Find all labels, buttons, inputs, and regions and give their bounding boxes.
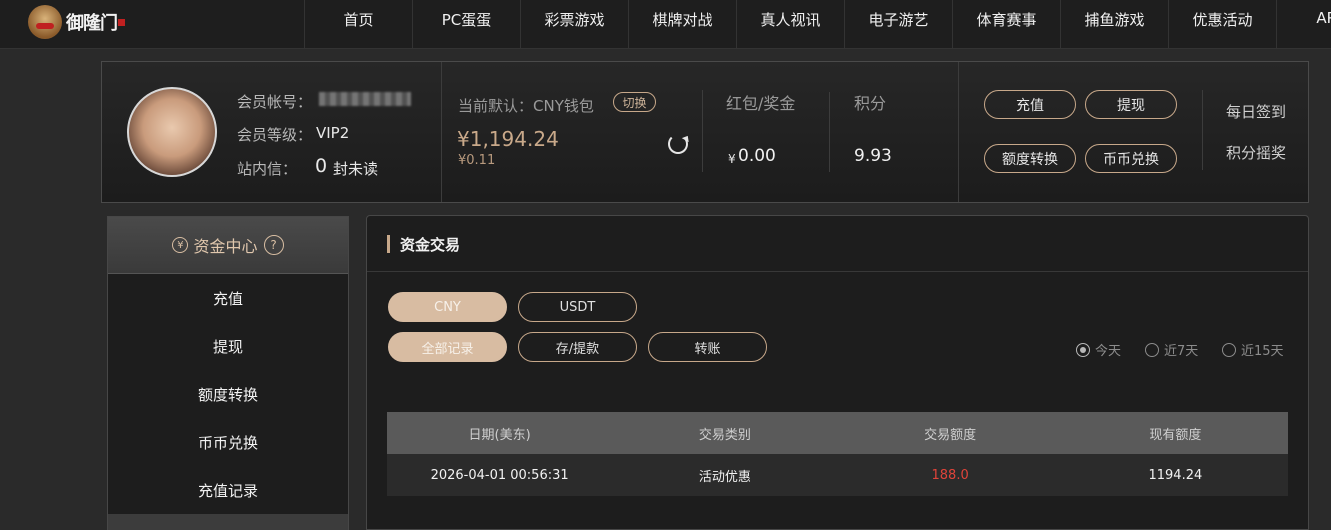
daily-checkin-link[interactable]: 每日签到 [1226,101,1286,122]
bonus-value: 0.00 [738,146,776,166]
points-lottery-link[interactable]: 积分摇奖 [1226,142,1286,163]
divider [829,92,830,172]
filter-7-days[interactable]: 近7天 [1145,340,1198,359]
sidebar-header: ¥ 资金中心 ? [108,217,348,274]
nav-item-slots[interactable]: 电子游艺 [844,0,952,49]
unread-text[interactable]: 封未读 [333,158,378,179]
main-menu: 首页 PC蛋蛋 彩票游戏 棋牌对战 真人视讯 电子游艺 体育赛事 捕鱼游戏 优惠… [304,0,1331,49]
nav-item-app[interactable]: APP [1276,0,1331,49]
help-icon[interactable]: ? [263,235,284,255]
column-header-date: 日期(美东) [468,427,531,443]
logo-text: 御隆门 [66,13,118,34]
nav-item-home[interactable]: 首页 [304,0,412,49]
brand-logo[interactable]: 御隆门 [28,2,128,42]
filter-today-label: 今天 [1095,344,1122,359]
filter-7-days-label: 近7天 [1164,344,1199,359]
filter-15-days-label: 近15天 [1241,344,1284,359]
sidebar-item-transfer[interactable]: 额度转换 [108,370,348,418]
level-label: 会员等级： [237,126,313,144]
transfer-button[interactable]: 额度转换 [984,144,1076,173]
yen-icon: ¥ [172,237,189,253]
nav-item-card-games[interactable]: 棋牌对战 [628,0,736,49]
nav-item-sports[interactable]: 体育赛事 [952,0,1060,49]
table-header: 日期(美东) 交易类别 交易额度 现有额度 [387,412,1288,454]
tab-all-records[interactable]: 全部记录 [388,332,507,362]
account-label: 会员帐号： [237,93,313,111]
tab-usdt[interactable]: USDT [518,292,637,322]
sidebar-item-deposit[interactable]: 充值 [108,274,348,322]
bonus-currency: ¥ [728,152,736,166]
withdraw-button[interactable]: 提现 [1085,90,1177,119]
refresh-icon[interactable] [668,134,688,154]
message-label: 站内信： [237,160,298,178]
nav-item-pc-eggs[interactable]: PC蛋蛋 [412,0,520,49]
sidebar-item-withdraw[interactable]: 提现 [108,322,348,370]
logo-emblem-icon [28,5,62,39]
radio-icon [1222,342,1236,357]
table-row: 2026-04-01 00:56:31 活动优惠 188.0 1194.24 [387,454,1288,496]
row-date: 2026-04-01 00:56:31 [430,467,569,483]
points-value: 9.93 [854,146,892,166]
level-value: VIP2 [316,124,350,142]
row-type: 活动优惠 [698,469,751,485]
transactions-table: 日期(美东) 交易类别 交易额度 现有额度 2026-04-01 00:56:3… [387,412,1288,496]
account-value-masked [319,92,411,106]
bonus-label: 红包/奖金 [726,94,796,113]
tab-cny[interactable]: CNY [388,292,507,322]
member-info-panel: 会员帐号： 会员等级： VIP2 站内信： 0 封未读 当前默认：CNY钱包 切… [101,61,1309,203]
nav-item-fishing[interactable]: 捕鱼游戏 [1060,0,1168,49]
sidebar-title: 资金中心 [193,237,258,256]
page-title: 资金交易 [400,236,461,254]
deposit-button[interactable]: 充值 [984,90,1076,119]
column-header-amount: 交易额度 [924,427,977,443]
row-balance: 1194.24 [1148,467,1203,483]
tab-deposit-withdraw[interactable]: 存/提款 [518,332,637,362]
filter-15-days[interactable]: 近15天 [1222,340,1284,359]
sidebar-item-exchange[interactable]: 币币兑换 [108,418,348,466]
sidebar-item-active[interactable] [108,514,348,530]
fund-transactions-panel: 资金交易 CNY USDT 全部记录 存/提款 转账 今天 近7天 近15天 日… [366,215,1309,530]
wallet-sub-balance: ¥0.11 [458,153,496,168]
tab-transfer[interactable]: 转账 [648,332,767,362]
nav-item-promotions[interactable]: 优惠活动 [1168,0,1276,49]
nav-item-lottery[interactable]: 彩票游戏 [520,0,628,49]
divider [441,62,442,202]
switch-wallet-button[interactable]: 切换 [613,92,656,112]
row-amount: 188.0 [931,467,969,483]
points-label: 积分 [854,94,887,113]
unread-count[interactable]: 0 [315,155,327,177]
wallet-balance: ¥1,194.24 [457,127,559,151]
nav-item-live-casino[interactable]: 真人视讯 [736,0,844,49]
fund-center-sidebar: ¥ 资金中心 ? 充值 提现 额度转换 币币兑换 充值记录 [107,216,349,530]
column-header-type: 交易类别 [698,427,751,443]
logo-seal-icon [118,18,125,26]
top-nav: 御隆门 首页 PC蛋蛋 彩票游戏 棋牌对战 真人视讯 电子游艺 体育赛事 捕鱼游… [0,0,1331,49]
divider [1202,90,1203,170]
panel-header: 资金交易 [367,216,1308,272]
radio-selected-icon [1076,342,1090,357]
divider [702,90,703,172]
filter-today[interactable]: 今天 [1076,340,1121,359]
wallet-label: 当前默认：CNY钱包 [458,97,594,115]
sidebar-item-deposit-records[interactable]: 充值记录 [108,466,348,514]
divider [958,62,959,202]
column-header-balance: 现有额度 [1149,427,1202,443]
title-accent-bar [387,235,390,253]
radio-icon [1145,342,1159,357]
avatar [127,87,217,177]
exchange-button[interactable]: 币币兑换 [1085,144,1177,173]
